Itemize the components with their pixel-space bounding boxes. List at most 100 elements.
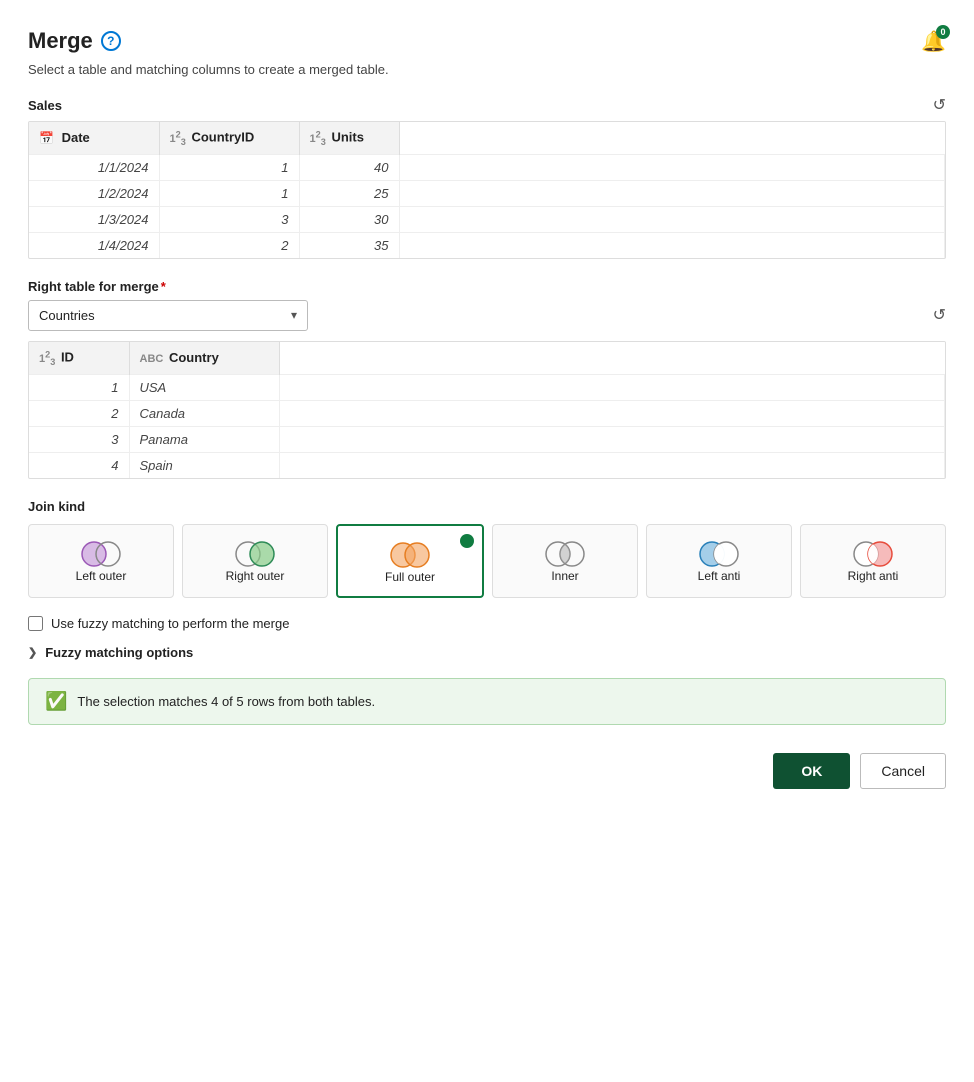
sales-empty-cell	[399, 154, 945, 180]
right-outer-venn-icon	[233, 539, 277, 569]
success-message: ✅ The selection matches 4 of 5 rows from…	[28, 678, 946, 725]
countries-table-header: 123 ID ABC Country	[29, 342, 945, 374]
join-card-left-outer[interactable]: Left outer	[28, 524, 174, 598]
id-type-icon: 123	[39, 353, 55, 365]
ok-button[interactable]: OK	[773, 753, 850, 789]
countries-col-country[interactable]: ABC Country	[129, 342, 279, 374]
dropdown-selected-value: Countries	[39, 308, 95, 323]
left-outer-venn-icon	[79, 539, 123, 569]
join-card-left-outer-label: Left outer	[76, 569, 127, 583]
countries-table-body: 1 USA 2 Canada 3 Panama 4 Spain	[29, 374, 945, 478]
join-kind-label: Join kind	[28, 499, 946, 514]
required-star: *	[161, 279, 166, 294]
join-card-left-anti[interactable]: Left anti	[646, 524, 792, 598]
country-id-cell: 1	[29, 374, 129, 400]
sales-table-body: 1/1/2024 1 40 1/2/2024 1 25 1/3/2024 3 3…	[29, 154, 945, 258]
sales-units-cell: 30	[299, 206, 399, 232]
join-card-full-outer[interactable]: Full outer	[336, 524, 484, 598]
country-type-icon: ABC	[140, 353, 164, 365]
sales-units-cell: 40	[299, 154, 399, 180]
sales-units-cell: 25	[299, 180, 399, 206]
sales-countryid-cell: 1	[159, 180, 299, 206]
country-empty-cell	[279, 374, 945, 400]
table-row: 1/4/2024 2 35	[29, 232, 945, 258]
sales-section-label: Sales ↺	[28, 95, 946, 115]
country-empty-cell	[279, 426, 945, 452]
left-anti-venn-icon	[697, 539, 741, 569]
country-id-cell: 4	[29, 452, 129, 478]
sales-units-cell: 35	[299, 232, 399, 258]
country-name-cell: Panama	[129, 426, 279, 452]
right-table-refresh-button[interactable]: ↺	[933, 305, 946, 325]
countries-country-label: Country	[169, 350, 219, 365]
fuzzy-matching-row: Use fuzzy matching to perform the merge	[28, 616, 946, 631]
inner-venn-icon	[543, 539, 587, 569]
join-card-full-outer-label: Full outer	[385, 570, 435, 584]
cancel-button[interactable]: Cancel	[860, 753, 946, 789]
dropdown-row: Countries ▾ ↺	[28, 300, 946, 331]
sales-countryid-cell: 1	[159, 154, 299, 180]
sales-empty-cell	[399, 206, 945, 232]
chevron-down-icon: ▾	[291, 308, 297, 322]
sales-table-wrapper: 📅 Date 123 CountryID 123 Units 1/1/2024 …	[28, 121, 946, 259]
join-card-inner-label: Inner	[551, 569, 578, 583]
sales-date-cell: 1/2/2024	[29, 180, 159, 206]
dialog-title: Merge	[28, 28, 93, 54]
notification-bell-wrapper[interactable]: 🔔 0	[921, 29, 946, 54]
table-row: 1/2/2024 1 25	[29, 180, 945, 206]
sales-table: 📅 Date 123 CountryID 123 Units 1/1/2024 …	[29, 122, 945, 258]
join-kind-cards: Left outer Right outer Full outer Inner	[28, 524, 946, 598]
sales-col-date[interactable]: 📅 Date	[29, 122, 159, 154]
table-row: 4 Spain	[29, 452, 945, 478]
countries-col-id[interactable]: 123 ID	[29, 342, 129, 374]
sales-refresh-button[interactable]: ↺	[933, 95, 946, 115]
sales-date-cell: 1/3/2024	[29, 206, 159, 232]
right-table-dropdown[interactable]: Countries ▾	[28, 300, 308, 331]
sales-date-cell: 1/1/2024	[29, 154, 159, 180]
country-id-cell: 2	[29, 400, 129, 426]
table-row: 1/3/2024 3 30	[29, 206, 945, 232]
country-id-cell: 3	[29, 426, 129, 452]
sales-col-countryid[interactable]: 123 CountryID	[159, 122, 299, 154]
help-icon[interactable]: ?	[101, 31, 121, 51]
fuzzy-options-label: Fuzzy matching options	[45, 645, 193, 660]
sales-table-header: 📅 Date 123 CountryID 123 Units	[29, 122, 945, 154]
units-type-icon: 123	[310, 133, 326, 145]
join-card-inner[interactable]: Inner	[492, 524, 638, 598]
sales-countryid-cell: 3	[159, 206, 299, 232]
fuzzy-options-row[interactable]: ❯ Fuzzy matching options	[28, 645, 946, 660]
table-row: 3 Panama	[29, 426, 945, 452]
country-name-cell: Canada	[129, 400, 279, 426]
countries-id-label: ID	[61, 349, 74, 364]
join-card-left-anti-label: Left anti	[698, 569, 741, 583]
sales-units-label: Units	[331, 129, 364, 144]
country-name-cell: USA	[129, 374, 279, 400]
sales-countryid-cell: 2	[159, 232, 299, 258]
bell-badge: 0	[936, 25, 950, 39]
countries-table-wrapper: 123 ID ABC Country 1 USA 2 Canada	[28, 341, 946, 479]
countries-col-empty	[279, 342, 945, 374]
table-row: 1/1/2024 1 40	[29, 154, 945, 180]
table-row: 2 Canada	[29, 400, 945, 426]
dialog-header: Merge ? 🔔 0	[28, 28, 946, 54]
sales-date-label: Date	[62, 130, 90, 145]
sales-date-cell: 1/4/2024	[29, 232, 159, 258]
dialog-subtitle: Select a table and matching columns to c…	[28, 62, 946, 77]
fuzzy-matching-label[interactable]: Use fuzzy matching to perform the merge	[51, 616, 289, 631]
countryid-type-icon: 123	[170, 133, 186, 145]
countries-table: 123 ID ABC Country 1 USA 2 Canada	[29, 342, 945, 478]
table-row: 1 USA	[29, 374, 945, 400]
right-anti-venn-icon	[851, 539, 895, 569]
right-table-section-label: Right table for merge*	[28, 279, 946, 294]
chevron-right-icon: ❯	[28, 646, 37, 659]
join-card-right-outer[interactable]: Right outer	[182, 524, 328, 598]
country-empty-cell	[279, 400, 945, 426]
sales-col-units[interactable]: 123 Units	[299, 122, 399, 154]
sales-countryid-label: CountryID	[191, 129, 254, 144]
join-card-right-outer-label: Right outer	[226, 569, 285, 583]
join-card-right-anti[interactable]: Right anti	[800, 524, 946, 598]
join-card-right-anti-label: Right anti	[848, 569, 899, 583]
date-calendar-icon: 📅	[39, 131, 54, 145]
country-name-cell: Spain	[129, 452, 279, 478]
fuzzy-matching-checkbox[interactable]	[28, 616, 43, 631]
